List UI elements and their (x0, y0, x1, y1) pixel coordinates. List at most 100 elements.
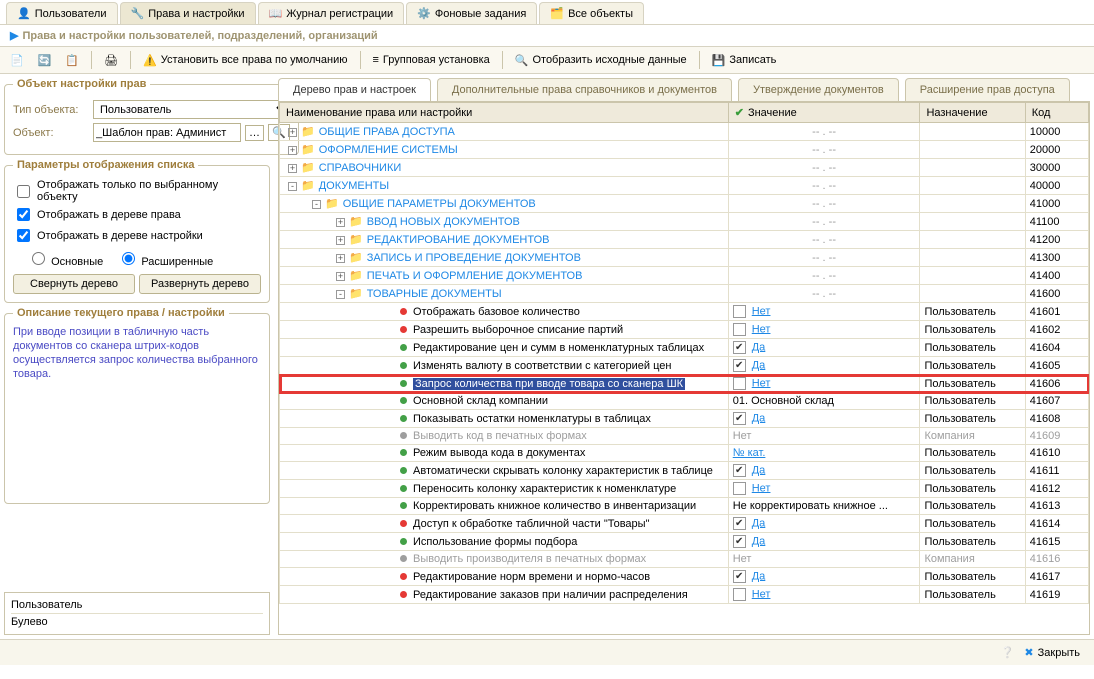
value-checkbox[interactable]: ✔ (733, 517, 746, 530)
sub-tab[interactable]: Дополнительные права справочников и доку… (437, 78, 732, 101)
group-set-button[interactable]: ≡ Групповая установка (369, 52, 494, 68)
expander-icon[interactable]: + (288, 128, 297, 137)
tree-row[interactable]: +📁ВВОД НОВЫХ ДОКУМЕНТОВ-- . --41100 (280, 213, 1089, 231)
status-dot-icon (400, 308, 407, 315)
expander-icon[interactable]: + (336, 254, 345, 263)
tree-row[interactable]: +📁СПРАВОЧНИКИ-- . --30000 (280, 159, 1089, 177)
row-value[interactable]: Да (752, 517, 766, 529)
tree-row[interactable]: Основной склад компании01. Основной скла… (280, 393, 1089, 410)
row-value[interactable]: Да (752, 570, 766, 582)
tree-table-wrap[interactable]: Наименование права или настройки ✔Значен… (278, 102, 1090, 635)
tb-add-icon[interactable]: 📄 (6, 52, 28, 69)
col-code[interactable]: Код (1025, 103, 1088, 123)
tree-row[interactable]: Редактирование норм времени и нормо-часо… (280, 568, 1089, 586)
expander-icon[interactable]: + (336, 236, 345, 245)
sub-tab[interactable]: Утверждение документов (738, 78, 899, 101)
tree-row[interactable]: Переносить колонку характеристик к номен… (280, 480, 1089, 498)
tree-row[interactable]: +📁ЗАПИСЬ И ПРОВЕДЕНИЕ ДОКУМЕНТОВ-- . --4… (280, 249, 1089, 267)
object-input[interactable] (93, 123, 241, 142)
expander-icon[interactable]: - (336, 290, 345, 299)
col-assignment[interactable]: Назначение (920, 103, 1025, 123)
app-tab[interactable]: ⚙️Фоновые задания (406, 2, 537, 24)
value-checkbox[interactable]: ✔ (733, 359, 746, 372)
value-checkbox[interactable] (733, 482, 746, 495)
expander-icon[interactable]: + (336, 272, 345, 281)
tree-row[interactable]: Использование формы подбора✔ДаПользовате… (280, 533, 1089, 551)
chk-show-settings[interactable] (17, 229, 30, 242)
tree-row[interactable]: Разрешить выборочное списание партийНетП… (280, 321, 1089, 339)
tree-row[interactable]: +📁ПЕЧАТЬ И ОФОРМЛЕНИЕ ДОКУМЕНТОВ-- . --4… (280, 267, 1089, 285)
radio-basic[interactable]: Основные (27, 249, 103, 268)
tree-row[interactable]: Доступ к обработке табличной части "Това… (280, 515, 1089, 533)
tree-row[interactable]: Запрос количества при вводе товара со ск… (280, 375, 1089, 393)
tree-row[interactable]: -📁ТОВАРНЫЕ ДОКУМЕНТЫ-- . --41600 (280, 285, 1089, 303)
radio-extended[interactable]: Расширенные (117, 249, 213, 268)
tree-row[interactable]: +📁ОБЩИЕ ПРАВА ДОСТУПА-- . --10000 (280, 123, 1089, 141)
value-checkbox[interactable]: ✔ (733, 570, 746, 583)
tree-row[interactable]: +📁РЕДАКТИРОВАНИЕ ДОКУМЕНТОВ-- . --41200 (280, 231, 1089, 249)
row-value[interactable]: Нет (752, 482, 771, 494)
help-icon[interactable]: ❔ (1001, 646, 1015, 659)
save-button[interactable]: 💾 Записать (708, 52, 781, 69)
tab-label: Фоновые задания (435, 8, 526, 20)
expander-icon[interactable]: + (288, 164, 297, 173)
app-tab[interactable]: 👤Пользователи (6, 2, 118, 24)
tree-row[interactable]: Редактирование цен и сумм в номенклатурн… (280, 339, 1089, 357)
tb-refresh-icon[interactable]: 🔄 (34, 52, 56, 69)
expander-icon[interactable]: + (288, 146, 297, 155)
expander-icon[interactable]: - (288, 182, 297, 191)
row-value[interactable]: Нет (752, 323, 771, 335)
tree-row[interactable]: Отображать базовое количествоНетПользова… (280, 303, 1089, 321)
row-value[interactable]: Да (752, 359, 766, 371)
row-value[interactable]: Да (752, 464, 766, 476)
tb-copy-icon[interactable]: 📋 (61, 52, 83, 69)
app-tab[interactable]: 🔧Права и настройки (120, 2, 256, 24)
row-value[interactable]: Нет (752, 377, 771, 389)
chk-show-rights[interactable] (17, 208, 30, 221)
tree-row[interactable]: Выводить код в печатных формахНетКомпани… (280, 428, 1089, 445)
sub-tab[interactable]: Дерево прав и настроек (278, 78, 431, 101)
expander-icon[interactable]: - (312, 200, 321, 209)
value-checkbox[interactable] (733, 377, 746, 390)
value-checkbox[interactable] (733, 305, 746, 318)
value-checkbox[interactable] (733, 323, 746, 336)
collapse-tree-button[interactable]: Свернуть дерево (13, 274, 135, 294)
expander-icon[interactable]: + (336, 218, 345, 227)
tree-row[interactable]: Изменять валюту в соответствии с категор… (280, 357, 1089, 375)
row-value[interactable]: Нет (752, 588, 771, 600)
tree-row[interactable]: -📁ОБЩИЕ ПАРАМЕТРЫ ДОКУМЕНТОВ-- . --41000 (280, 195, 1089, 213)
value-checkbox[interactable]: ✔ (733, 412, 746, 425)
tree-row[interactable]: -📁ДОКУМЕНТЫ-- . --40000 (280, 177, 1089, 195)
object-lookup-icon[interactable]: … (245, 125, 264, 141)
status-dot-icon (400, 415, 407, 422)
tree-row[interactable]: Корректировать книжное количество в инве… (280, 498, 1089, 515)
row-assignment (920, 141, 1025, 159)
chk-selected-object[interactable] (17, 185, 30, 198)
tree-row[interactable]: +📁ОФОРМЛЕНИЕ СИСТЕМЫ-- . --20000 (280, 141, 1089, 159)
tree-row[interactable]: Выводить производителя в печатных формах… (280, 551, 1089, 568)
row-value[interactable]: Да (752, 341, 766, 353)
value-checkbox[interactable] (733, 588, 746, 601)
row-value[interactable]: № кат. (733, 447, 766, 459)
col-name[interactable]: Наименование права или настройки (280, 103, 729, 123)
type-select[interactable]: Пользователь (93, 100, 290, 119)
set-default-button[interactable]: ⚠️ Установить все права по умолчанию (139, 52, 351, 69)
sub-tab[interactable]: Расширение прав доступа (905, 78, 1070, 101)
value-checkbox[interactable]: ✔ (733, 464, 746, 477)
expand-tree-button[interactable]: Развернуть дерево (139, 274, 261, 294)
tree-row[interactable]: Показывать остатки номенклатуры в таблиц… (280, 410, 1089, 428)
col-value[interactable]: ✔Значение (728, 103, 920, 123)
tree-row[interactable]: Автоматически скрывать колонку характери… (280, 462, 1089, 480)
app-tab[interactable]: 📖Журнал регистрации (258, 2, 405, 24)
app-tab[interactable]: 🗂️Все объекты (539, 2, 644, 24)
tree-row[interactable]: Редактирование заказов при наличии распр… (280, 586, 1089, 604)
row-value[interactable]: Да (752, 412, 766, 424)
show-original-button[interactable]: 🔍 Отобразить исходные данные (511, 52, 691, 69)
tree-row[interactable]: Режим вывода кода в документах№ кат.Поль… (280, 445, 1089, 462)
value-checkbox[interactable]: ✔ (733, 341, 746, 354)
close-button[interactable]: ✖ Закрыть (1024, 646, 1080, 659)
value-checkbox[interactable]: ✔ (733, 535, 746, 548)
row-value[interactable]: Нет (752, 305, 771, 317)
tb-print-icon[interactable]: 🖨 (100, 52, 122, 69)
row-value[interactable]: Да (752, 535, 766, 547)
